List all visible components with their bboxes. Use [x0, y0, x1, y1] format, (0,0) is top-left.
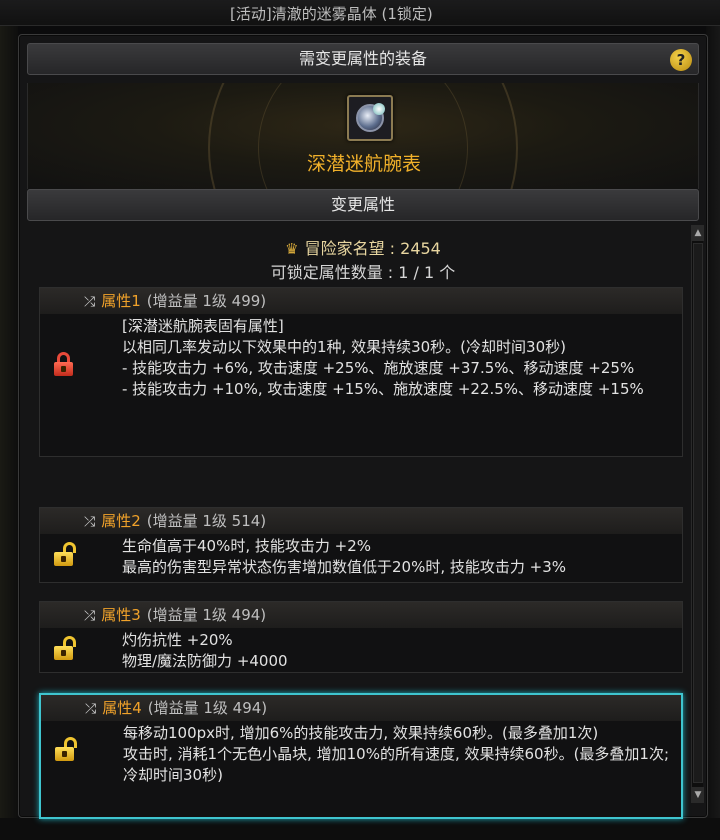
- attribute-line: 攻击时, 消耗1个无色小晶块, 增加10%的所有速度, 效果持续60秒。(最多叠…: [123, 745, 670, 784]
- attribute-header: ⤮ 属性3 (增益量 1级 494): [40, 602, 682, 628]
- scroll-thumb[interactable]: [693, 243, 703, 783]
- background-right: [706, 26, 720, 840]
- attribute-row-3[interactable]: ⤮ 属性3 (增益量 1级 494) 灼伤抗性 +20% 物理/魔法防御力 +400…: [39, 601, 683, 673]
- attribute-meta: (增益量 1级 499): [146, 292, 267, 310]
- attribute-row-1[interactable]: ⤮ 属性1 (增益量 1级 499) [深潜迷航腕表固有属性] 以相同几率发动以下效…: [39, 287, 683, 457]
- attribute-line: - 技能攻击力 +10%, 攻击速度 +15%、施放速度 +22.5%、移动速度…: [122, 380, 644, 398]
- equipment-slot[interactable]: [347, 95, 393, 141]
- background-bottom: [0, 818, 720, 840]
- help-button[interactable]: ?: [670, 49, 692, 71]
- change-section-header: 变更属性: [27, 189, 699, 221]
- lock-open-icon[interactable]: [55, 737, 77, 761]
- lock-count-text: 可锁定属性数量 : 1 / 1 个: [270, 263, 456, 282]
- reputation-text: 冒险家名望 : 2454: [304, 239, 441, 258]
- shuffle-icon: ⤮: [84, 294, 96, 310]
- attribute-description: 灼伤抗性 +20% 物理/魔法防御力 +4000: [40, 628, 682, 672]
- attribute-row-4[interactable]: ⤮ 属性4 (增益量 1级 494) 每移动100px时, 增加6%的技能攻击力, …: [39, 693, 683, 819]
- attribute-line: 生命值高于40%时, 技能攻击力 +2%: [122, 537, 372, 555]
- equipment-section-title: 需变更属性的装备: [298, 49, 427, 68]
- equipment-display: 深潜迷航腕表: [27, 83, 699, 189]
- attribute-label: 属性1: [101, 292, 141, 310]
- attribute-line: 以相同几率发动以下效果中的1种, 效果持续30秒。(冷却时间30秒): [122, 338, 566, 356]
- background-left: [0, 26, 18, 840]
- attribute-line: 每移动100px时, 增加6%的技能攻击力, 效果持续60秒。(最多叠加1次): [123, 724, 599, 742]
- attribute-label: 属性4: [102, 699, 142, 717]
- scroll-down-icon[interactable]: ▼: [692, 787, 704, 803]
- attribute-meta: (增益量 1级 494): [146, 606, 267, 624]
- equipment-section-header: 需变更属性的装备 ?: [27, 43, 699, 75]
- equipment-name: 深潜迷航腕表: [306, 153, 421, 175]
- attribute-header: ⤮ 属性4 (增益量 1级 494): [41, 695, 681, 721]
- attribute-list-area: ♛ 冒险家名望 : 2454 可锁定属性数量 : 1 / 1 个 ⤮ 属性1 (增益量…: [27, 223, 699, 819]
- attribute-header: ⤮ 属性2 (增益量 1级 514): [40, 508, 682, 534]
- attribute-meta: (增益量 1级 494): [147, 699, 268, 717]
- attribute-row-2[interactable]: ⤮ 属性2 (增益量 1级 514) 生命值高于40%时, 技能攻击力 +2% 最高…: [39, 507, 683, 583]
- attribute-header: ⤮ 属性1 (增益量 1级 499): [40, 288, 682, 314]
- lock-open-icon[interactable]: [54, 636, 76, 660]
- attribute-line: 最高的伤害型异常状态伤害增加数值低于20%时, 技能攻击力 +3%: [122, 558, 567, 576]
- title-bar: [活动]清澈的迷雾晶体 (1锁定): [0, 0, 720, 26]
- attribute-change-panel: 需变更属性的装备 ? 深潜迷航腕表 变更属性 ♛ 冒险家名望 : 2454 可锁定…: [18, 34, 708, 819]
- attribute-line: - 技能攻击力 +6%, 攻击速度 +25%、施放速度 +37.5%、移动速度 …: [122, 359, 635, 377]
- shuffle-icon: ⤮: [84, 608, 96, 624]
- change-section-title: 变更属性: [330, 195, 395, 214]
- scroll-up-icon[interactable]: ▲: [692, 225, 704, 241]
- lock-closed-icon[interactable]: [54, 352, 74, 376]
- attribute-line: 灼伤抗性 +20%: [122, 631, 233, 649]
- attribute-description: [深潜迷航腕表固有属性] 以相同几率发动以下效果中的1种, 效果持续30秒。(冷…: [40, 314, 682, 400]
- attribute-line: [深潜迷航腕表固有属性]: [122, 317, 284, 335]
- gem-icon: [373, 103, 385, 115]
- scrollbar[interactable]: ▲ ▼: [691, 225, 704, 803]
- shuffle-icon: ⤮: [85, 701, 97, 717]
- lock-open-icon[interactable]: [54, 542, 76, 566]
- attribute-description: 生命值高于40%时, 技能攻击力 +2% 最高的伤害型异常状态伤害增加数值低于2…: [40, 534, 682, 578]
- window-title: [活动]清澈的迷雾晶体 (1锁定): [230, 5, 433, 23]
- reputation-emblem-icon: ♛: [285, 240, 299, 258]
- attribute-line: 物理/魔法防御力 +4000: [122, 652, 288, 670]
- attribute-meta: (增益量 1级 514): [146, 512, 267, 530]
- reputation-line: ♛ 冒险家名望 : 2454: [27, 235, 699, 259]
- attribute-label: 属性3: [101, 606, 141, 624]
- shuffle-icon: ⤮: [84, 514, 96, 530]
- attribute-label: 属性2: [101, 512, 141, 530]
- attribute-description: 每移动100px时, 增加6%的技能攻击力, 效果持续60秒。(最多叠加1次) …: [41, 721, 681, 786]
